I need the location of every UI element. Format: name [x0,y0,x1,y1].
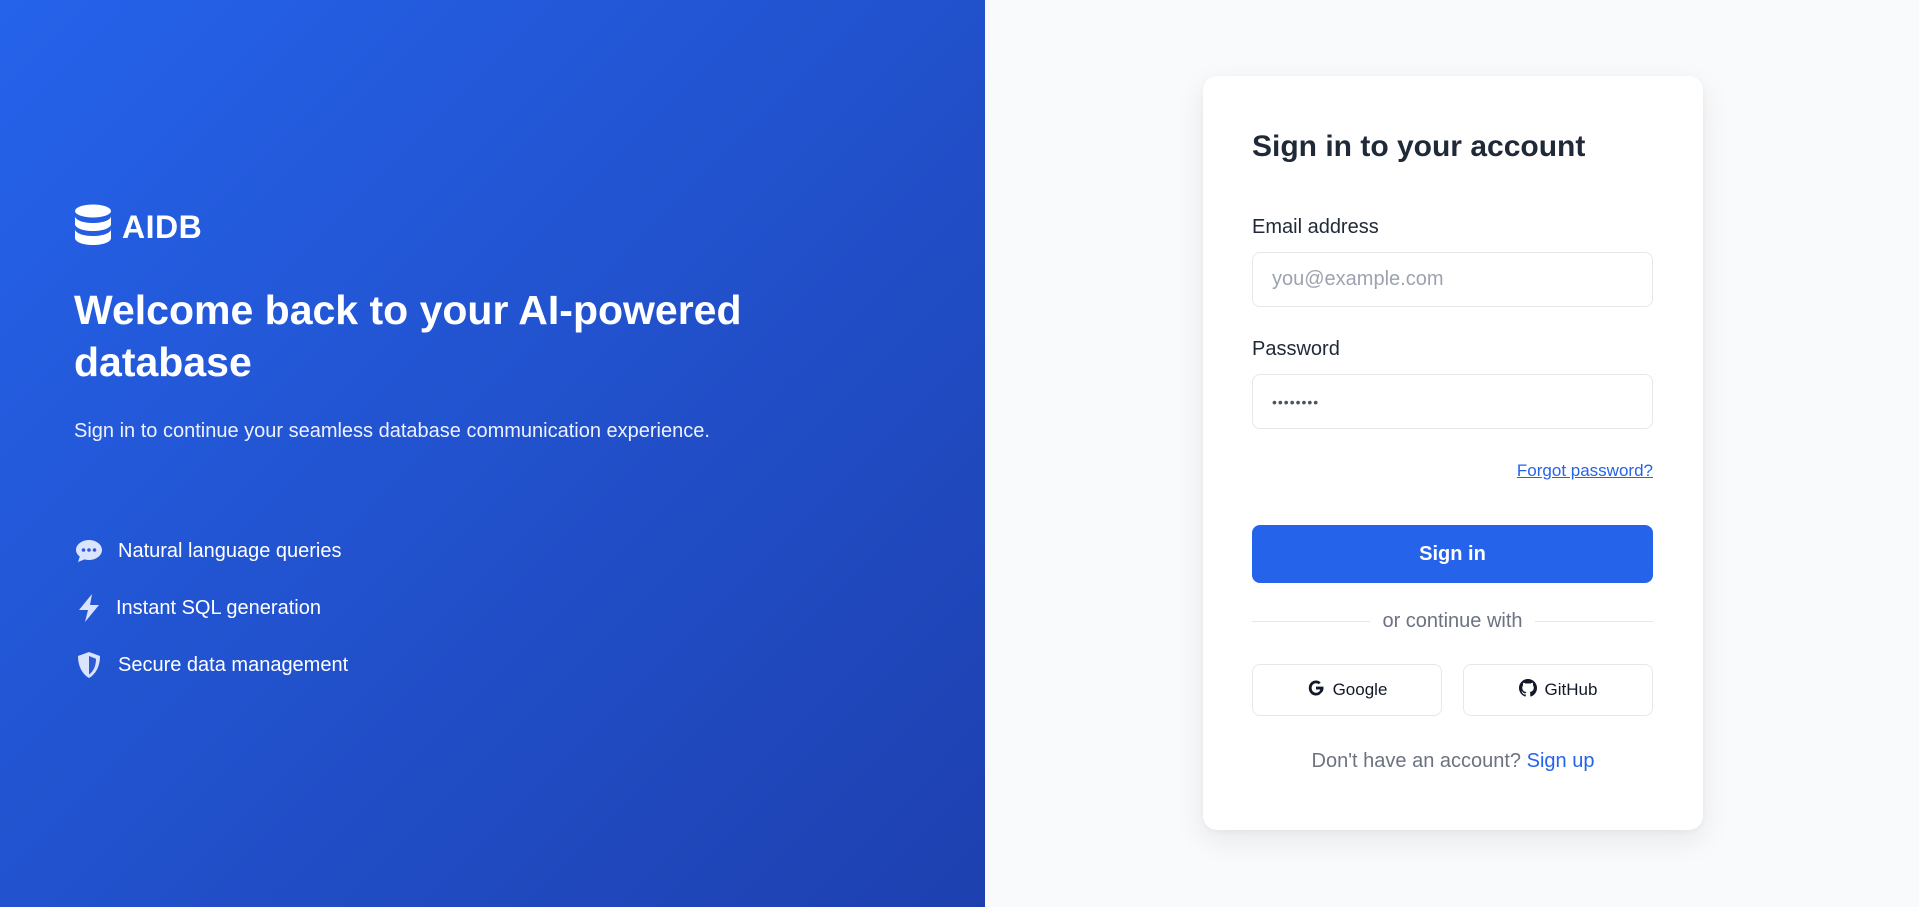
signup-prompt: Don't have an account? [1311,750,1522,772]
chat-bubble-icon [74,536,104,566]
feature-list: Natural language queries Instant SQL gen… [74,536,348,707]
password-value: •••••••• [1272,393,1320,410]
lightning-icon [74,593,104,623]
forgot-password-link[interactable]: Forgot password? [1517,461,1653,481]
divider-label: or continue with [1382,610,1523,632]
sign-up-link[interactable]: Sign up [1527,750,1595,772]
google-label: Google [1332,680,1388,699]
email-field[interactable] [1252,252,1653,307]
google-button[interactable]: Google [1252,664,1442,716]
hero-panel: AIDB Welcome back to your AI-powered dat… [0,0,985,907]
hero-title: Welcome back to your AI-powered database [74,287,742,385]
brand-logo: AIDB [74,204,202,251]
password-field[interactable]: •••••••• [1252,374,1653,429]
signup-row: Don't have an account? Sign up [1203,750,1703,773]
database-icon [74,204,112,251]
divider-line [1252,621,1371,622]
feature-item: Natural language queries [74,536,348,566]
google-icon [1307,679,1325,702]
feature-label: Natural language queries [118,539,342,562]
form-panel: Sign in to your account Email address Pa… [985,0,1919,907]
github-label: GitHub [1544,680,1598,699]
feature-label: Secure data management [118,653,349,676]
sign-in-card: Sign in to your account Email address Pa… [1203,76,1703,830]
feature-item: Secure data management [74,650,348,680]
shield-icon [74,650,104,680]
login-page: AIDB Welcome back to your AI-powered dat… [0,0,1919,907]
hero-subtitle: Sign in to continue your seamless databa… [74,420,710,442]
password-label: Password [1252,338,1340,360]
form-title: Sign in to your account [1252,130,1586,163]
brand-name: AIDB [122,209,203,245]
sign-in-button[interactable]: Sign in [1252,525,1653,583]
email-label: Email address [1252,216,1379,238]
divider: or continue with [1252,610,1654,633]
github-icon [1518,678,1537,702]
feature-item: Instant SQL generation [74,593,348,623]
feature-label: Instant SQL generation [116,596,321,619]
divider-line [1534,621,1654,622]
github-button[interactable]: GitHub [1463,664,1653,716]
